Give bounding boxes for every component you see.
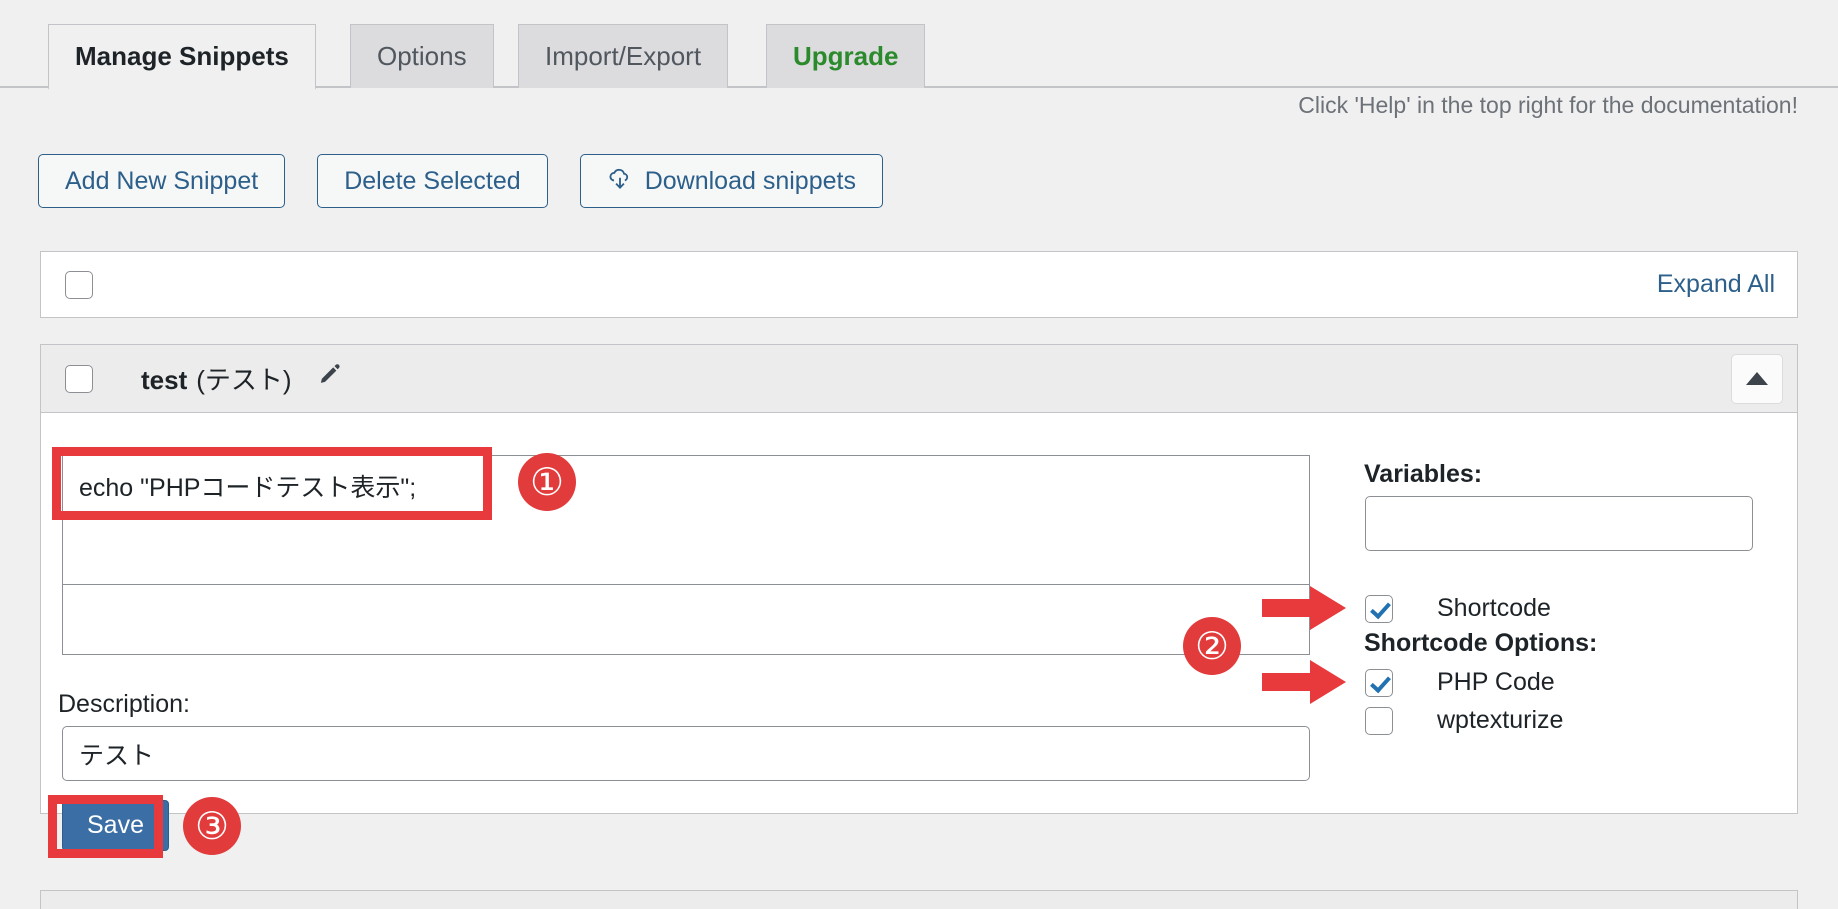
bulk-action-bar: Expand All <box>40 251 1798 318</box>
tab-label: Manage Snippets <box>75 41 289 71</box>
snippet-name: test <box>141 365 188 395</box>
php-code-label: PHP Code <box>1437 668 1555 696</box>
snippet-select-checkbox[interactable] <box>65 364 93 393</box>
delete-selected-label: Delete Selected <box>344 167 521 195</box>
wptexturize-label: wptexturize <box>1437 706 1564 734</box>
action-button-row: Add New Snippet Delete Selected Download… <box>38 154 883 208</box>
add-new-snippet-label: Add New Snippet <box>65 167 259 195</box>
tab-import-export[interactable]: Import/Export <box>518 24 729 88</box>
tab-label: Options <box>377 41 467 71</box>
wptexturize-option-row[interactable]: wptexturize <box>1365 706 1563 735</box>
shortcode-label: Shortcode <box>1437 594 1551 622</box>
page-root: Manage Snippets Options Import/Export Up… <box>0 0 1838 909</box>
select-all-checkbox[interactable] <box>65 270 93 299</box>
expand-all-link[interactable]: Expand All <box>1657 270 1775 299</box>
collapse-snippet-button[interactable] <box>1731 353 1783 404</box>
code-editor-value: echo "PHPコードテスト表示"; <box>79 474 417 502</box>
tab-bar: Manage Snippets Options Import/Export Up… <box>0 24 1838 90</box>
code-editor[interactable]: echo "PHPコードテスト表示"; <box>62 455 1310 585</box>
variables-label: Variables: <box>1364 460 1483 488</box>
help-note: Click 'Help' in the top right for the do… <box>1298 92 1798 118</box>
tab-options[interactable]: Options <box>350 24 494 88</box>
cloud-download-icon <box>607 168 633 194</box>
wptexturize-checkbox[interactable] <box>1365 706 1393 735</box>
variables-input[interactable] <box>1365 496 1753 551</box>
shortcode-options-label: Shortcode Options: <box>1364 629 1598 657</box>
save-button[interactable]: Save <box>62 800 169 851</box>
snippet-name-localized: (テスト) <box>196 365 292 395</box>
php-code-checkbox[interactable] <box>1365 668 1393 697</box>
tab-manage-snippets[interactable]: Manage Snippets <box>48 24 316 90</box>
delete-selected-button[interactable]: Delete Selected <box>317 154 548 208</box>
shortcode-option-row[interactable]: Shortcode <box>1365 594 1551 623</box>
description-label: Description: <box>58 690 190 718</box>
snippet-title: test (テスト) <box>141 360 343 397</box>
tab-label: Import/Export <box>545 41 702 71</box>
download-snippets-button[interactable]: Download snippets <box>579 154 883 208</box>
next-snippet-header-partial[interactable] <box>40 890 1798 909</box>
php-code-option-row[interactable]: PHP Code <box>1365 668 1555 697</box>
snippet-header: test (テスト) <box>41 345 1797 413</box>
edit-pencil-icon[interactable] <box>315 361 343 389</box>
description-input[interactable] <box>62 726 1310 781</box>
tab-label: Upgrade <box>793 41 899 71</box>
chevron-up-icon <box>1746 372 1768 385</box>
add-new-snippet-button[interactable]: Add New Snippet <box>38 154 286 208</box>
tab-upgrade[interactable]: Upgrade <box>766 24 926 88</box>
shortcode-checkbox[interactable] <box>1365 594 1393 623</box>
download-snippets-label: Download snippets <box>644 167 856 195</box>
